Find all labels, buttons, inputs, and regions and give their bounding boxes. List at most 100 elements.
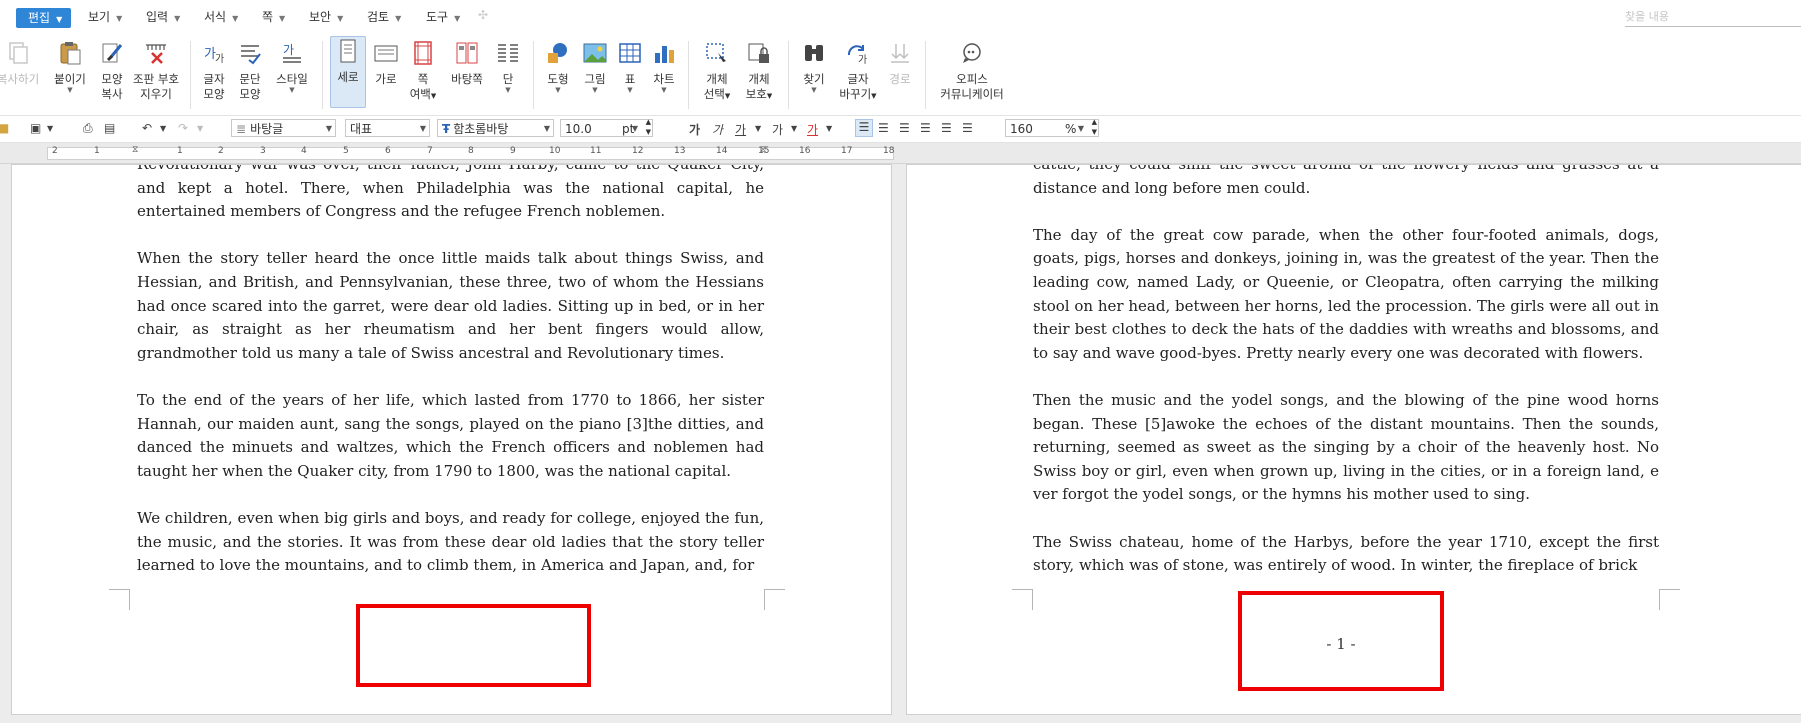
save-icon[interactable]: ▣	[30, 121, 41, 135]
font-color-button[interactable]: 가	[807, 121, 818, 138]
ruler-number: 12	[632, 146, 644, 156]
menu-label: 보안	[309, 10, 332, 24]
align-center-icon[interactable]: ☰	[899, 121, 910, 135]
paragraph[interactable]: We children, even when big girls and boy…	[137, 507, 764, 578]
menu-review[interactable]: 검토 ▼	[367, 8, 401, 25]
menu-security[interactable]: 보안 ▼	[309, 8, 343, 25]
align-distribute-icon[interactable]: ☰	[941, 121, 952, 135]
undo-icon[interactable]: ↶	[142, 121, 152, 135]
chevron-down-icon[interactable]: ▼	[755, 124, 761, 133]
picture-button[interactable]: 그림 ▼	[578, 39, 612, 94]
clear-format-button[interactable]: 조판 부호 지우기	[131, 39, 181, 102]
shape-copy-label-2: 복사	[101, 87, 123, 101]
style-button[interactable]: 가 스타일 ▼	[272, 39, 312, 94]
print-icon[interactable]: ⎙	[83, 121, 93, 136]
zoom-input[interactable]: 160% ▼ ▲ ▼	[1005, 117, 1099, 137]
open-folder-icon[interactable]: ■	[0, 121, 9, 135]
shape-copy-label-1: 모양	[101, 72, 123, 86]
shapes-button[interactable]: 도형 ▼	[541, 39, 575, 94]
right-page-body[interactable]: cattle, they could sniff the sweet aroma…	[1033, 165, 1659, 578]
paragraph[interactable]: Revolutionary war was over, their father…	[137, 165, 764, 224]
menu-label: 서식	[204, 10, 227, 24]
copy-format-button[interactable]: 복사하기	[0, 39, 41, 87]
horizontal-ruler[interactable]: 2 1 1 2 3 4 5 6 7 8 9 10 11 12 13 14 15 …	[0, 143, 1801, 164]
align-right-icon[interactable]: ☰	[920, 121, 931, 135]
chevron-down-icon[interactable]: ▼	[197, 124, 203, 133]
paragraph[interactable]: Then the music and the yodel songs, and …	[1033, 389, 1659, 507]
font-select[interactable]: Ŧ 함초롬바탕 ▼	[437, 119, 554, 137]
vertical-page-button[interactable]: 세로	[330, 36, 366, 108]
page-margin-corner	[764, 589, 785, 610]
font-size-input[interactable]: 10.0 pt ▼ ▲ ▼	[560, 117, 653, 137]
right-indent-marker-icon[interactable]: ⧖	[760, 145, 766, 155]
stepper-icon[interactable]: ▲ ▼	[1092, 117, 1097, 137]
chevron-down-icon[interactable]: ▼	[160, 124, 166, 133]
style-icon: 가	[283, 43, 301, 63]
page-margin-button[interactable]: 쪽 여백▼	[404, 39, 442, 104]
align-justify-icon[interactable]: ☰	[855, 119, 873, 137]
menu-tools[interactable]: 도구 ▼	[426, 8, 460, 25]
document-page-right[interactable]: cattle, they could sniff the sweet aroma…	[906, 164, 1801, 715]
para-shape-button[interactable]: 문단 모양	[234, 39, 266, 102]
menu-page[interactable]: 쪽 ▼	[262, 8, 285, 25]
paragraph[interactable]: The day of the great cow parade, when th…	[1033, 224, 1659, 366]
chevron-down-icon[interactable]: ▼	[826, 124, 832, 133]
document-page-left[interactable]: Revolutionary war was over, their father…	[11, 164, 892, 715]
paragraph[interactable]: cattle, they could sniff the sweet aroma…	[1033, 165, 1659, 200]
menu-format[interactable]: 서식 ▼	[204, 8, 238, 25]
shape-copy-button[interactable]: 모양 복사	[94, 39, 130, 102]
left-page-body[interactable]: Revolutionary war was over, their father…	[137, 165, 764, 578]
pin-icon[interactable]: ✣	[478, 8, 488, 22]
table-button[interactable]: 표 ▼	[615, 39, 645, 94]
italic-button[interactable]: 가	[712, 121, 723, 138]
shapes-icon	[548, 43, 567, 63]
protect-object-button[interactable]: 개체 보호▼	[742, 39, 776, 104]
select-object-button[interactable]: 개체 선택▼	[700, 39, 734, 104]
style-select[interactable]: ≣ 바탕글 ▼	[231, 119, 336, 137]
align-divide-icon[interactable]: ☰	[962, 121, 973, 135]
paste-label: 붙이기	[54, 72, 86, 86]
bold-button[interactable]: 가	[689, 121, 700, 138]
vertical-label: 세로	[337, 70, 359, 84]
office-navigator-label-2: 커뮤니케이터	[940, 87, 1004, 101]
redo-icon[interactable]: ↷	[178, 121, 188, 135]
stepper-icon[interactable]: ▲ ▼	[646, 117, 651, 137]
replace-label-2: 바꾸기	[839, 87, 872, 101]
language-select[interactable]: 대표 ▼	[345, 119, 430, 137]
chevron-down-icon: ▼	[543, 124, 550, 133]
columns-button[interactable]: 단 ▼	[492, 39, 524, 94]
path-label: 경로	[889, 72, 911, 86]
paste-button[interactable]: 붙이기 ▼	[50, 39, 90, 94]
char-shape-button[interactable]: 가가 글자 모양	[198, 39, 230, 102]
document-area: Revolutionary war was over, their father…	[0, 164, 1801, 723]
paragraph[interactable]: To the end of the years of her life, whi…	[137, 389, 764, 483]
menu-view[interactable]: 보기 ▼	[88, 8, 122, 25]
underline-button[interactable]: 가	[735, 121, 746, 138]
ruler-number: 13	[674, 146, 686, 156]
ruler-number: 1	[177, 146, 183, 156]
paragraph[interactable]: The Swiss chateau, home of the Harbys, b…	[1033, 531, 1659, 578]
align-left-icon[interactable]: ☰	[878, 121, 889, 135]
replace-button[interactable]: 가 글자 바꾸기▼	[838, 39, 878, 104]
horizontal-page-button[interactable]: 가로	[369, 39, 403, 87]
preview-icon[interactable]: ▤	[104, 121, 115, 135]
menu-insert[interactable]: 입력 ▼	[146, 8, 180, 25]
search-input[interactable]: 찾을 내용	[1625, 8, 1801, 27]
paragraph[interactable]: When the story teller heard the once lit…	[137, 247, 764, 365]
chart-button[interactable]: 차트 ▼	[648, 39, 680, 94]
find-button[interactable]: 찾기 ▼	[797, 39, 831, 94]
path-button[interactable]: 경로	[884, 39, 916, 87]
style-icon: ≣	[236, 122, 247, 136]
chevron-down-icon[interactable]: ▼	[47, 124, 53, 133]
select-object-label-2: 선택	[703, 87, 725, 101]
page-margin-corner	[1012, 589, 1033, 610]
background-page-button[interactable]: 바탕쪽	[445, 39, 489, 87]
chevron-down-icon[interactable]: ▼	[791, 124, 797, 133]
office-navigator-button[interactable]: 오피스 커뮤니케이터	[932, 39, 1012, 102]
indent-marker-icon[interactable]: ⧖	[132, 145, 138, 155]
strike-button[interactable]: 가	[772, 121, 783, 138]
page-number-highlight-box: - 1 -	[1238, 591, 1444, 691]
char-shape-label-2: 모양	[203, 87, 225, 101]
chevron-down-icon: ▼	[325, 124, 332, 133]
menu-edit-button[interactable]: 편집 ▼	[16, 8, 71, 28]
